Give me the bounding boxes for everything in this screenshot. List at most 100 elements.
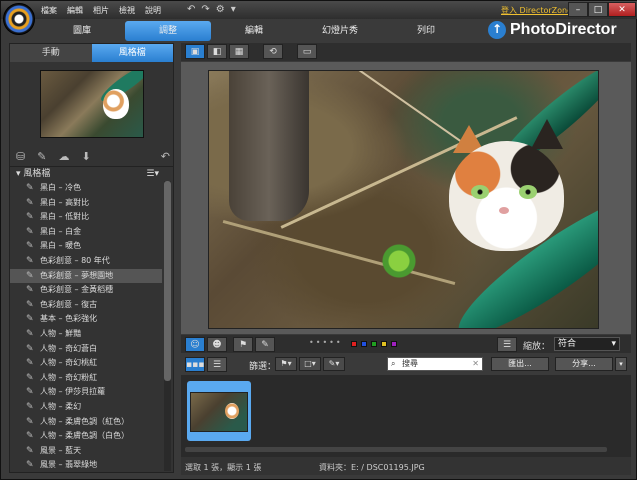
preset-item[interactable]: ✎ 風景 – 翡翠綠地 [10,458,162,473]
grid-view-icon[interactable]: ▦ [229,44,249,59]
clear-search-icon[interactable]: ✕ [472,358,479,370]
list-menu-icon[interactable]: ☰ [497,337,517,352]
color-filter-icon[interactable]: □▾ [299,357,321,371]
face-single-icon[interactable]: ☺ [185,337,205,352]
preset-label: 色彩創意 – 夢想園地 [40,270,114,280]
download-preset-icon[interactable]: ⬇ [81,150,90,163]
flag-icon[interactable]: ⚑ [233,337,253,352]
brush-icon: ✎ [26,270,34,281]
preset-item[interactable]: ✎ 色彩創意 – 金黃稻穗 [10,283,162,298]
rating-stars[interactable]: ••••• [309,338,343,347]
preset-tools: ⛁ ✎ ☁ ⬇ ↶ [16,150,170,163]
share-button[interactable]: 分享... [555,357,613,371]
preset-scrollbar[interactable] [164,181,171,471]
compare-view-icon[interactable]: ◧ [207,44,227,59]
dropdown-arrow-icon[interactable]: ▾ [231,4,236,15]
menu-help[interactable]: 說明 [145,5,161,16]
history-controls: ↶ ↷ ⚙ ▾ [187,4,236,15]
thumbnail-view-icon[interactable]: ▪▪▪ [185,357,205,372]
close-button[interactable]: ✕ [608,2,636,17]
zoom-label: 縮放： [523,342,551,352]
display-icon[interactable]: ▭ [297,44,317,59]
undo-icon[interactable]: ↶ [187,4,195,15]
rotate-icon[interactable]: ⟲ [263,44,283,59]
preset-item[interactable]: ✎ 色彩創意 – 80 年代 [10,254,162,269]
color-label-yellow[interactable] [381,341,387,347]
tab-adjust[interactable]: 調整 [125,21,211,41]
tab-edit[interactable]: 編輯 [211,21,297,41]
tab-library[interactable]: 圖庫 [39,21,125,41]
edit-filter-icon[interactable]: ✎▾ [323,357,345,371]
preset-item[interactable]: ✎ 人物 – 柔膚色調（白色） [10,429,162,444]
menu-view[interactable]: 檢視 [119,5,135,16]
pen-icon[interactable]: ✎ [255,337,275,352]
preset-item[interactable]: ✎ 色彩創意 – 復古 [10,298,162,313]
preset-item[interactable]: ✎ 色彩創意 – 夢想園地 [10,268,162,284]
brush-icon: ✎ [26,358,34,369]
preset-list-header[interactable]: ▾ 風格檔 ☰▾ [10,166,173,180]
list-view-icon[interactable]: ☰ [207,357,227,372]
menu-file[interactable]: 檔案 [41,5,57,16]
login-link[interactable]: 登入 DirectorZone [501,5,572,16]
color-label-purple[interactable] [391,341,397,347]
menu-edit[interactable]: 編輯 [67,5,83,16]
preset-item[interactable]: ✎ 風景 – 藍天 [10,444,162,459]
filmstrip-thumbnail[interactable] [187,381,251,441]
preset-item[interactable]: ✎ 基本 – 色彩強化 [10,312,162,327]
share-preset-icon[interactable]: ☁ [58,150,69,163]
preset-item[interactable]: ✎ 人物 – 奇幻粉紅 [10,371,162,386]
settings-icon[interactable]: ⚙ [216,4,225,15]
color-label-green[interactable] [371,341,377,347]
preset-item[interactable]: ✎ 黑白 – 白金 [10,225,162,240]
search-input[interactable]: ⌕ 搜尋 ✕ [387,357,483,371]
reset-icon[interactable]: ↶ [161,150,170,163]
preset-label: 黑白 – 冷色 [40,183,82,192]
scrollbar-thumb[interactable] [164,181,171,381]
preset-item[interactable]: ✎ 人物 – 鮮豔 [10,327,162,342]
main-photo[interactable] [208,70,599,329]
brush-tool-icon[interactable]: ✎ [37,150,46,163]
preset-item[interactable]: ✎ 人物 – 奇幻蒼白 [10,342,162,357]
preset-item[interactable]: ✎ 黑白 – 高對比 [10,196,162,211]
tab-slideshow[interactable]: 幻燈片秀 [297,21,383,41]
face-group-icon[interactable]: ☻ [207,337,227,352]
filmstrip-scrollbar[interactable] [185,447,607,452]
preset-item[interactable]: ✎ 人物 – 奇幻桃紅 [10,356,162,371]
preset-label: 人物 – 奇幻蒼白 [40,343,98,353]
preset-item[interactable]: ✎ 人物 – 伊莎貝拉蘿 [10,385,162,400]
preset-item[interactable]: ✎ 黑白 – 低對比 [10,210,162,225]
color-label-blue[interactable] [361,341,367,347]
preset-item[interactable]: ✎ 黑白 – 冷色 [10,181,162,196]
brush-icon: ✎ [26,226,34,237]
preset-item[interactable]: ✎ 人物 – 柔幻 [10,400,162,415]
import-preset-icon[interactable]: ⛁ [16,150,25,163]
brush-icon: ✎ [26,372,34,383]
preset-label: 黑白 – 白金 [40,226,82,236]
collapse-icon[interactable]: ▾ [16,169,21,179]
share-dropdown-icon[interactable]: ▾ [615,357,627,371]
preset-list-title: 風格檔 [23,169,51,179]
main-tabs: 圖庫 調整 編輯 幻燈片秀 列印 [39,21,469,41]
zoom-select[interactable]: 符合 ▾ [554,337,620,351]
brush-icon: ✎ [26,197,34,208]
tab-manual[interactable]: 手動 [10,44,92,62]
list-menu-icon[interactable]: ☰▾ [146,167,159,181]
brush-icon: ✎ [26,328,34,339]
flag-filter-icon[interactable]: ⚑▾ [275,357,297,371]
maximize-button[interactable]: □ [588,2,608,17]
tab-presets[interactable]: 風格檔 [91,44,173,62]
export-button[interactable]: 匯出... [491,357,549,371]
redo-icon[interactable]: ↷ [201,4,209,15]
search-placeholder: 搜尋 [402,359,418,368]
preset-label: 黑白 – 暖色 [40,241,82,251]
brush-icon: ✎ [26,445,34,456]
preset-item[interactable]: ✎ 人物 – 柔膚色調（紅色） [10,415,162,430]
brush-icon: ✎ [26,343,34,354]
menu-photo[interactable]: 相片 [93,5,109,16]
tab-print[interactable]: 列印 [383,21,469,41]
preset-panel: 手動 風格檔 ⛁ ✎ ☁ ⬇ ↶ ▾ 風格檔 ☰▾ ✎ 黑白 – 冷色 ✎ 黑白 – … [9,43,174,473]
single-view-icon[interactable]: ▣ [185,44,205,59]
preset-item[interactable]: ✎ 黑白 – 暖色 [10,239,162,254]
color-label-red[interactable] [351,341,357,347]
minimize-button[interactable]: – [568,2,588,17]
